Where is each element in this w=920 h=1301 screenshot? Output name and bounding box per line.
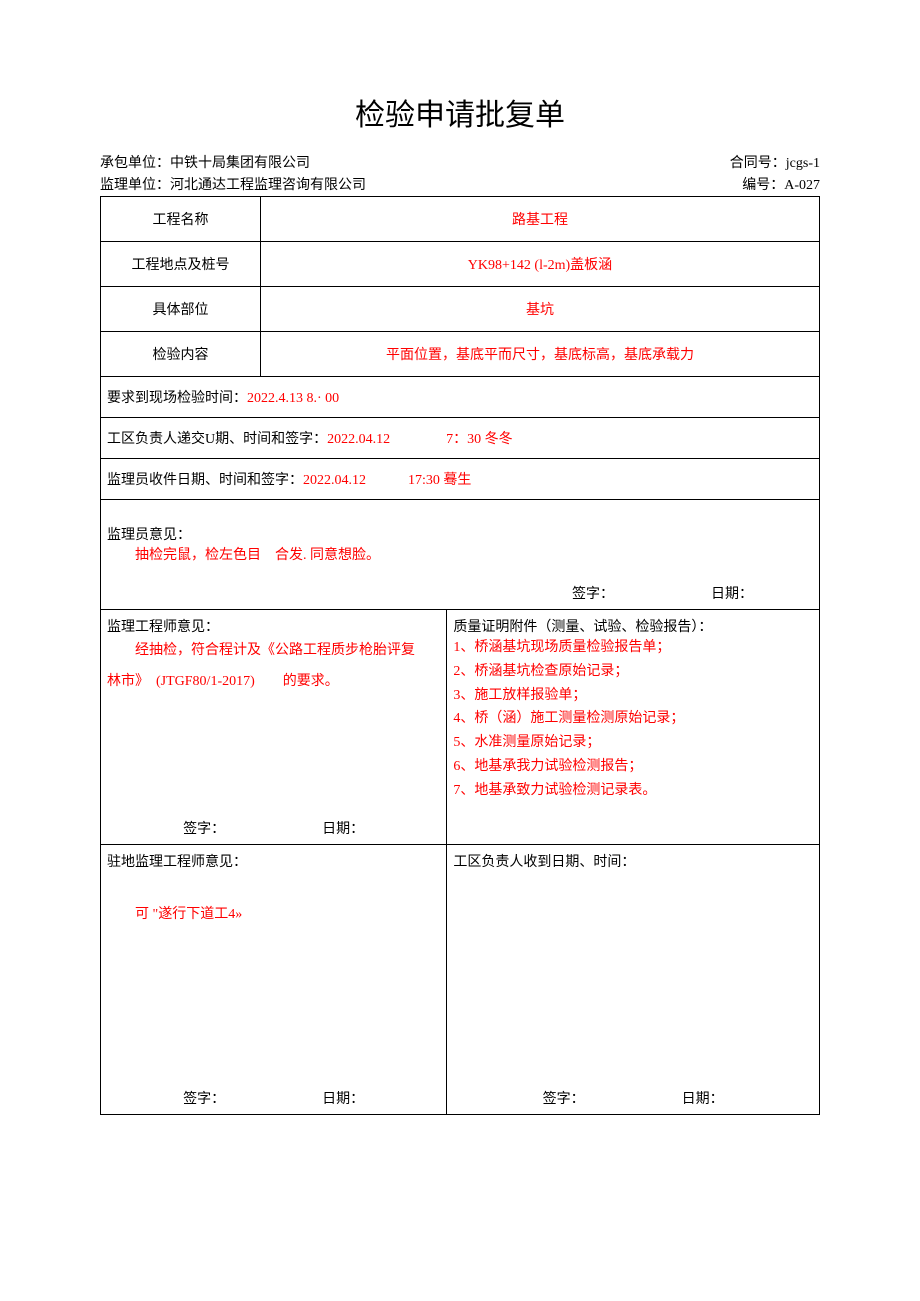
part-value: 基坑 [261, 287, 820, 332]
content-value: 平面位置，基底平而尺寸，基底标高，基底承载力 [261, 332, 820, 377]
attachments-list: 1、桥涵基坑现场质量检验报告单； 2、桥涵基坑检查原始记录； 3、施工放样报验单… [453, 636, 813, 803]
receive-value: 2022.04.12 17:30 蓦生 [303, 473, 471, 488]
contract-no-label: 合同号： [730, 156, 786, 171]
submit-label: 工区负责人递交U期、时间和签字： [107, 432, 327, 447]
contractor-label: 承包单位： [100, 156, 170, 171]
resident-date-label: 日期： [322, 1092, 364, 1107]
location-label: 工程地点及桩号 [101, 242, 261, 287]
row-part: 具体部位 基坑 [101, 287, 820, 332]
supervisor-sign-label: 签字： [572, 587, 614, 602]
contract-no-value: jcgs-1 [786, 156, 820, 171]
engineer-opinion-line1: 经抽检，符合程计及《公路工程质步枪胎评复 [135, 643, 415, 658]
row-project-name: 工程名称 路基工程 [101, 197, 820, 242]
header-row-2: 监理单位：河北通达工程监理咨询有限公司 编号：A-027 [100, 174, 820, 194]
row-content: 检验内容 平面位置，基底平而尺寸，基底标高，基底承载力 [101, 332, 820, 377]
row-supervisor-opinion: 监理员意见： 抽检完鼠，检左色目 合发. 同意想脸。 签字： 日期： [101, 500, 820, 610]
attachment-3: 3、施工放样报验单； [453, 684, 813, 708]
attachment-4: 4、桥（涵）施工测量检测原始记录； [453, 707, 813, 731]
engineer-date-label: 日期： [322, 822, 364, 837]
supervisor-label: 监理单位： [100, 178, 170, 193]
supervisor-value: 河北通达工程监理咨询有限公司 [170, 178, 366, 193]
header-row-1: 承包单位：中铁十局集团有限公司 合同号：jcgs-1 [100, 152, 820, 172]
part-label: 具体部位 [101, 287, 261, 332]
receive-label: 监理员收件日期、时间和签字： [107, 473, 303, 488]
serial-no-label: 编号： [742, 178, 784, 193]
resident-text: 可 "遂行下道工4» [135, 903, 440, 923]
engineer-opinion-line2: 林市》 (JTGF80/1-2017) 的要求。 [107, 674, 339, 689]
document-title: 检验申请批复单 [100, 90, 820, 134]
receiver-date-label: 日期： [682, 1092, 724, 1107]
row-receive: 监理员收件日期、时间和签字：2022.04.12 17:30 蓦生 [101, 459, 820, 500]
row-resident-receiver: 驻地监理工程师意见： 可 "遂行下道工4» 签字： 日期： 工区负责人收到日期、… [101, 845, 820, 1115]
attachment-1: 1、桥涵基坑现场质量检验报告单； [453, 636, 813, 660]
submit-value: 2022.04.12 7：30 冬冬 [327, 432, 513, 447]
receiver-label: 工区负责人收到日期、时间： [453, 851, 813, 871]
form-table: 工程名称 路基工程 工程地点及桩号 YK98+142 (l-2m)盖板涵 具体部… [100, 196, 820, 1115]
attachments-label: 质量证明附件（测量、试验、检验报告）： [453, 616, 813, 636]
row-location: 工程地点及桩号 YK98+142 (l-2m)盖板涵 [101, 242, 820, 287]
row-engineer-attachments: 监理工程师意见： 经抽检，符合程计及《公路工程质步枪胎评复 林市》 (JTGF8… [101, 610, 820, 845]
contractor-value: 中铁十局集团有限公司 [170, 156, 310, 171]
row-submit: 工区负责人递交U期、时间和签字：2022.04.12 7：30 冬冬 [101, 418, 820, 459]
serial-no-value: A-027 [784, 178, 820, 193]
content-label: 检验内容 [101, 332, 261, 377]
project-name-value: 路基工程 [261, 197, 820, 242]
attachment-6: 6、地基承我力试验检测报告； [453, 755, 813, 779]
supervisor-date-label: 日期： [711, 587, 753, 602]
resident-sign-label: 签字： [183, 1092, 225, 1107]
attachment-2: 2、桥涵基坑检查原始记录； [453, 660, 813, 684]
supervisor-opinion-label: 监理员意见： [107, 524, 813, 544]
require-time-value: 2022.4.13 8.· 00 [247, 391, 339, 406]
row-require-time: 要求到现场检验时间：2022.4.13 8.· 00 [101, 377, 820, 418]
engineer-sign-label: 签字： [183, 822, 225, 837]
attachment-7: 7、地基承致力试验检测记录表。 [453, 779, 813, 803]
project-name-label: 工程名称 [101, 197, 261, 242]
engineer-opinion-label: 监理工程师意见： [107, 616, 440, 636]
location-value: YK98+142 (l-2m)盖板涵 [261, 242, 820, 287]
attachment-5: 5、水准测量原始记录； [453, 731, 813, 755]
receiver-sign-label: 签字： [543, 1092, 585, 1107]
resident-label: 驻地监理工程师意见： [107, 851, 440, 871]
require-time-label: 要求到现场检验时间： [107, 391, 247, 406]
supervisor-opinion-text: 抽检完鼠，检左色目 合发. 同意想脸。 [135, 544, 813, 564]
